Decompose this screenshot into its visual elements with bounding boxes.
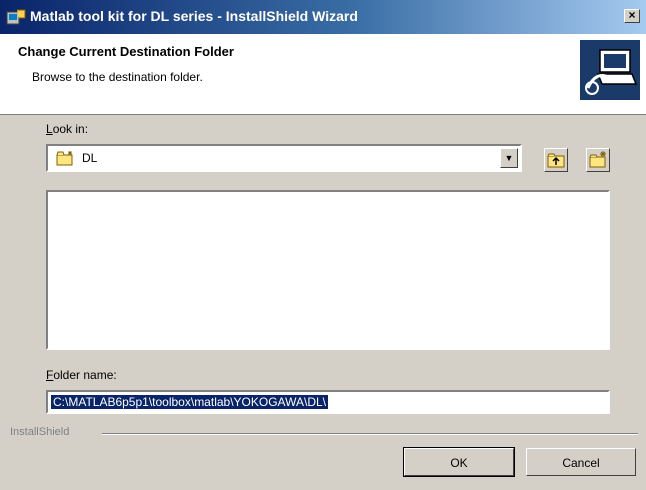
look-in-label: Look in: xyxy=(46,122,89,136)
new-folder-icon xyxy=(589,151,606,168)
folder-name-value: C:\MATLAB6p5p1\toolbox\matlab\YOKOGAWA\D… xyxy=(51,395,328,409)
header-band: Change Current Destination Folder Browse… xyxy=(0,34,646,115)
up-one-level-button[interactable] xyxy=(544,148,568,172)
computer-install-icon xyxy=(580,40,640,100)
folder-list[interactable] xyxy=(46,190,610,350)
folder-up-icon xyxy=(547,153,565,168)
look-in-value: DL xyxy=(82,151,98,165)
installshield-dialog: Matlab tool kit for DL series - InstallS… xyxy=(0,0,646,490)
title-bar[interactable]: Matlab tool kit for DL series - InstallS… xyxy=(0,0,646,34)
page-subtitle: Browse to the destination folder. xyxy=(32,70,203,84)
folder-name-field[interactable]: C:\MATLAB6p5p1\toolbox\matlab\YOKOGAWA\D… xyxy=(46,390,610,414)
folder-icon xyxy=(56,151,73,166)
window-title: Matlab tool kit for DL series - InstallS… xyxy=(30,8,358,24)
look-in-dropdown[interactable]: DL ▼ xyxy=(46,144,522,172)
footer-divider xyxy=(102,433,638,435)
folder-name-label: Folder name: xyxy=(46,368,117,382)
chevron-down-icon[interactable]: ▼ xyxy=(500,148,518,168)
ok-button[interactable]: OK xyxy=(403,447,515,477)
create-new-folder-button[interactable] xyxy=(586,148,610,172)
page-title: Change Current Destination Folder xyxy=(18,44,234,59)
close-button[interactable]: × xyxy=(624,9,640,23)
installer-app-icon xyxy=(6,9,26,25)
installshield-brand: InstallShield xyxy=(10,426,70,438)
cancel-button[interactable]: Cancel xyxy=(526,448,636,476)
